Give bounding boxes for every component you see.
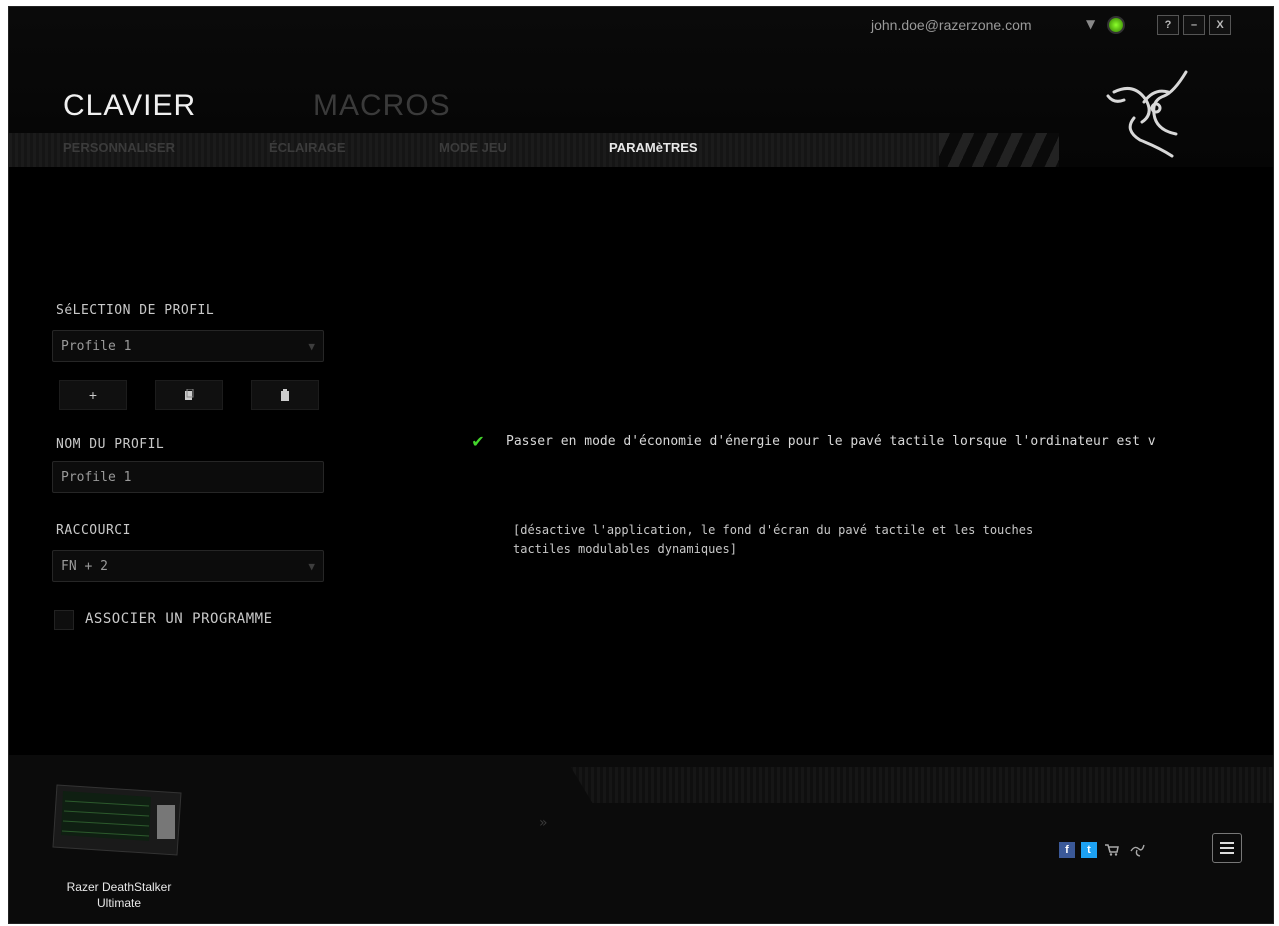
subtab-parametres[interactable]: PARAMèTRES <box>609 140 698 155</box>
power-saving-checkbox[interactable]: ✔ <box>467 431 489 451</box>
checkmark-icon: ✔ <box>471 431 485 451</box>
associate-program-label: ASSOCIER UN PROGRAMME <box>85 611 273 627</box>
facebook-icon[interactable]: f <box>1059 842 1075 858</box>
tab-macros[interactable]: MACROS <box>313 89 451 123</box>
copy-profile-button[interactable] <box>155 380 223 410</box>
help-button[interactable]: ? <box>1157 15 1179 35</box>
subtab-eclairage[interactable]: ÉCLAIRAGE <box>269 140 346 155</box>
subnav-decoration <box>939 133 1059 167</box>
menu-icon[interactable] <box>1212 833 1242 863</box>
profile-section-label: SéLECTION DE PROFIL <box>56 303 215 318</box>
razer-icon[interactable] <box>1129 842 1145 858</box>
twitter-icon[interactable]: t <box>1081 842 1097 858</box>
tab-clavier[interactable]: CLAVIER <box>63 89 196 123</box>
profile-select[interactable]: Profile 1 ▼ <box>52 330 324 362</box>
device-name: Razer DeathStalker Ultimate <box>66 880 172 910</box>
shortcut-label: RACCOURCI <box>56 523 131 538</box>
device-keyboard-image[interactable] <box>51 775 191 865</box>
chevron-down-icon: ▼ <box>308 559 315 573</box>
close-button[interactable]: X <box>1209 15 1231 35</box>
profile-name-label: NOM DU PROFIL <box>56 437 165 452</box>
copy-icon <box>185 389 194 400</box>
profile-select-value: Profile 1 <box>61 338 132 354</box>
expand-chevrons-icon[interactable]: » <box>539 815 548 831</box>
app-window: john.doe@razerzone.com ▼ ? – X CLAVIER M… <box>8 6 1274 924</box>
trash-icon <box>281 389 289 401</box>
shortcut-select[interactable]: FN + 2 ▼ <box>52 550 324 582</box>
account-email[interactable]: john.doe@razerzone.com <box>871 17 1032 33</box>
power-saving-label: Passer en mode d'économie d'énergie pour… <box>506 434 1156 449</box>
profile-name-input[interactable]: Profile 1 <box>52 461 324 493</box>
account-dropdown-icon[interactable]: ▼ <box>1086 17 1095 31</box>
profile-name-value: Profile 1 <box>61 469 132 485</box>
online-status-icon <box>1107 16 1125 34</box>
window-controls: ? – X <box>1157 15 1231 35</box>
cart-icon[interactable] <box>1104 842 1120 858</box>
subtab-personnaliser[interactable]: PERSONNALISER <box>63 140 175 155</box>
shortcut-value: FN + 2 <box>61 558 108 574</box>
minimize-button[interactable]: – <box>1183 15 1205 35</box>
razer-logo-icon <box>1106 70 1188 158</box>
associate-program-checkbox[interactable] <box>54 610 74 630</box>
add-profile-button[interactable]: + <box>59 380 127 410</box>
delete-profile-button[interactable] <box>251 380 319 410</box>
power-saving-description: [désactive l'application, le fond d'écra… <box>513 523 1034 556</box>
footer-band <box>570 767 1273 803</box>
chevron-down-icon: ▼ <box>308 339 315 353</box>
subtab-mode-jeu[interactable]: MODE JEU <box>439 140 507 155</box>
